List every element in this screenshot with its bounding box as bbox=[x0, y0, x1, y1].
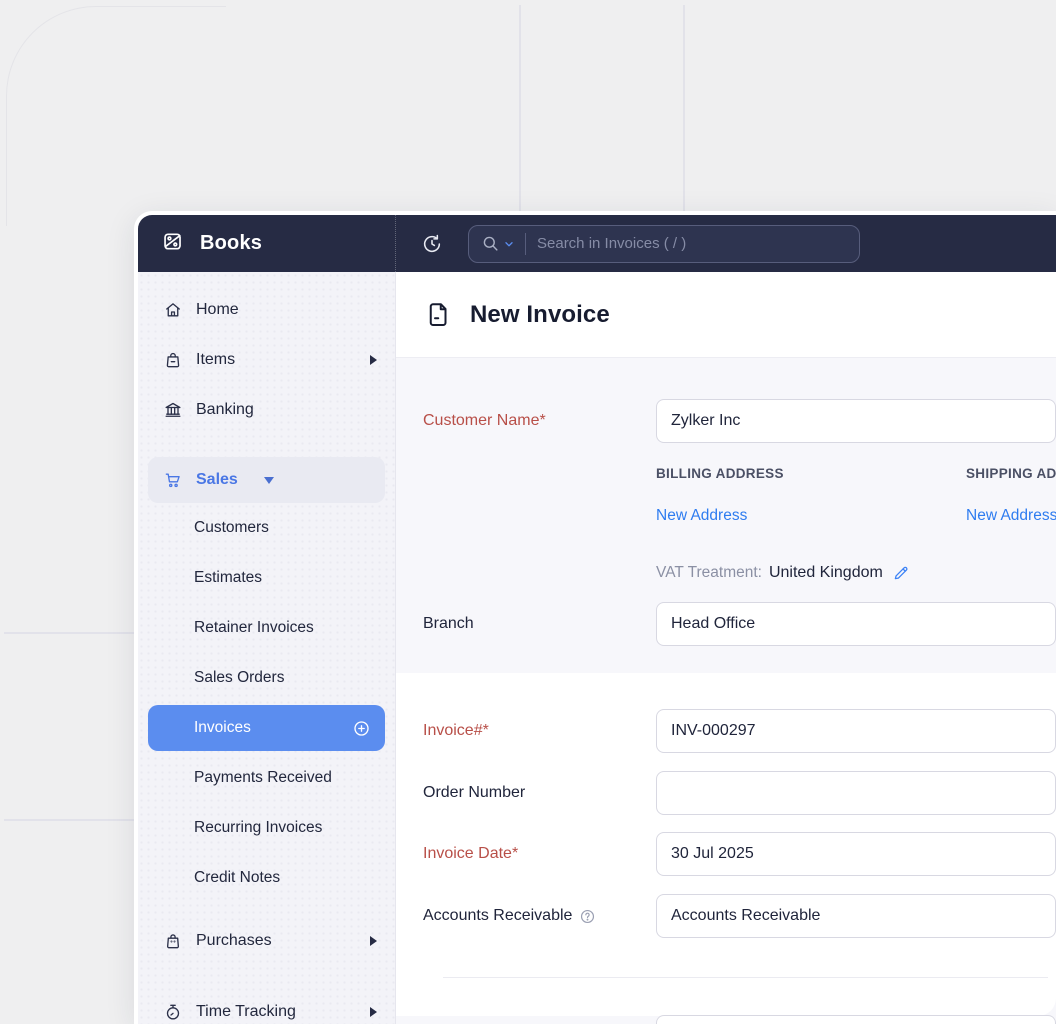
page-title: New Invoice bbox=[470, 301, 610, 329]
order-number-input[interactable] bbox=[656, 771, 1056, 815]
sidebar-item-label: Time Tracking bbox=[196, 1003, 296, 1021]
branch-input[interactable] bbox=[656, 602, 1056, 646]
sidebar-item-retainer-invoices[interactable]: Retainer Invoices bbox=[138, 603, 395, 653]
chevron-down-icon bbox=[264, 477, 274, 484]
search-icon bbox=[481, 234, 500, 253]
sidebar-item-label: Banking bbox=[196, 401, 254, 419]
sidebar-item-label: Customers bbox=[194, 519, 269, 537]
invoice-date-label: Invoice Date* bbox=[423, 845, 656, 863]
books-logo-icon bbox=[160, 228, 187, 260]
sidebar-item-label: Sales Orders bbox=[194, 669, 284, 687]
section-divider bbox=[443, 977, 1048, 978]
stopwatch-icon bbox=[163, 1002, 183, 1022]
sidebar-item-invoices-selected[interactable]: Invoices bbox=[148, 705, 385, 751]
background-divider bbox=[683, 5, 685, 211]
app-window: Books bbox=[134, 211, 1056, 1024]
sidebar-item-customers[interactable]: Customers bbox=[138, 503, 395, 553]
sidebar-item-estimates[interactable]: Estimates bbox=[138, 553, 395, 603]
desktop-background: Books bbox=[0, 0, 1056, 1024]
invoice-number-input[interactable] bbox=[656, 709, 1056, 753]
sidebar-item-label: Recurring Invoices bbox=[194, 819, 322, 837]
invoice-details-section: Invoice#* Order Number Inv bbox=[396, 673, 1056, 1016]
background-divider bbox=[4, 819, 136, 821]
sidebar: Home Items bbox=[138, 272, 396, 1024]
sidebar-item-credit-notes[interactable]: Credit Notes bbox=[138, 853, 395, 903]
main-content: New Invoice Customer Name* BILLING ADDRE… bbox=[396, 272, 1056, 1024]
accounts-receivable-input[interactable] bbox=[656, 894, 1056, 938]
sidebar-item-recurring-invoices[interactable]: Recurring Invoices bbox=[138, 803, 395, 853]
next-section bbox=[396, 1016, 1056, 1024]
sidebar-item-label: Invoices bbox=[194, 719, 251, 737]
global-search[interactable] bbox=[468, 225, 860, 263]
customer-name-input[interactable] bbox=[656, 399, 1056, 443]
branch-label: Branch bbox=[423, 615, 656, 633]
home-icon bbox=[163, 300, 183, 320]
sidebar-item-purchases[interactable]: Purchases bbox=[138, 916, 395, 966]
invoice-number-label: Invoice#* bbox=[423, 722, 656, 740]
app-logo[interactable]: Books bbox=[138, 215, 396, 272]
sidebar-item-home[interactable]: Home bbox=[138, 285, 395, 335]
add-invoice-plus-icon[interactable] bbox=[352, 719, 371, 738]
background-card-corner bbox=[6, 6, 226, 226]
sidebar-item-label: Sales bbox=[196, 471, 238, 489]
customer-section: Customer Name* BILLING ADDRESS New Addre… bbox=[396, 358, 1056, 673]
sidebar-item-label: Estimates bbox=[194, 569, 262, 587]
sidebar-item-time-tracking[interactable]: Time Tracking bbox=[138, 987, 395, 1024]
shopping-bag-icon bbox=[163, 931, 183, 951]
sidebar-item-banking[interactable]: Banking bbox=[138, 385, 395, 435]
page-header: New Invoice bbox=[396, 272, 1056, 358]
help-question-icon[interactable] bbox=[579, 908, 596, 925]
sidebar-item-label: Purchases bbox=[196, 932, 272, 950]
shipping-address-header: SHIPPING ADDRESS bbox=[966, 466, 1056, 481]
invoice-document-icon bbox=[423, 300, 453, 330]
billing-new-address-link[interactable]: New Address bbox=[656, 507, 966, 525]
cart-icon bbox=[163, 470, 183, 490]
billing-address-header: BILLING ADDRESS bbox=[656, 466, 966, 481]
sidebar-item-label: Items bbox=[196, 351, 235, 369]
sidebar-item-label: Home bbox=[196, 301, 239, 319]
sidebar-item-label: Payments Received bbox=[194, 769, 332, 787]
sidebar-item-sales-orders[interactable]: Sales Orders bbox=[138, 653, 395, 703]
order-number-label: Order Number bbox=[423, 784, 656, 802]
background-divider bbox=[519, 5, 521, 211]
chevron-right-icon bbox=[370, 355, 377, 365]
customer-name-label: Customer Name* bbox=[423, 412, 656, 430]
sidebar-item-label: Retainer Invoices bbox=[194, 619, 314, 637]
bank-icon bbox=[163, 400, 183, 420]
partial-input[interactable] bbox=[656, 1015, 1056, 1024]
accounts-receivable-label-text: Accounts Receivable bbox=[423, 907, 572, 925]
vat-treatment-value: United Kingdom bbox=[769, 564, 883, 582]
search-input[interactable] bbox=[537, 235, 767, 252]
chevron-right-icon bbox=[370, 1007, 377, 1017]
sidebar-item-items[interactable]: Items bbox=[138, 335, 395, 385]
edit-pencil-icon[interactable] bbox=[892, 564, 910, 582]
background-divider bbox=[4, 632, 136, 634]
chevron-right-icon bbox=[370, 936, 377, 946]
sidebar-item-payments-received[interactable]: Payments Received bbox=[138, 753, 395, 803]
recent-history-icon[interactable] bbox=[421, 233, 443, 255]
accounts-receivable-label: Accounts Receivable bbox=[423, 907, 656, 925]
invoice-date-input[interactable] bbox=[656, 832, 1056, 876]
search-scope-chevron-down-icon[interactable] bbox=[503, 238, 515, 250]
sidebar-item-label: Credit Notes bbox=[194, 869, 280, 887]
search-divider bbox=[525, 233, 526, 255]
sidebar-item-sales[interactable]: Sales bbox=[148, 457, 385, 503]
vat-treatment-label: VAT Treatment: bbox=[656, 564, 762, 582]
app-name: Books bbox=[200, 232, 262, 255]
top-bar: Books bbox=[138, 215, 1056, 272]
shipping-new-address-link[interactable]: New Address bbox=[966, 507, 1056, 525]
items-icon bbox=[163, 350, 183, 370]
